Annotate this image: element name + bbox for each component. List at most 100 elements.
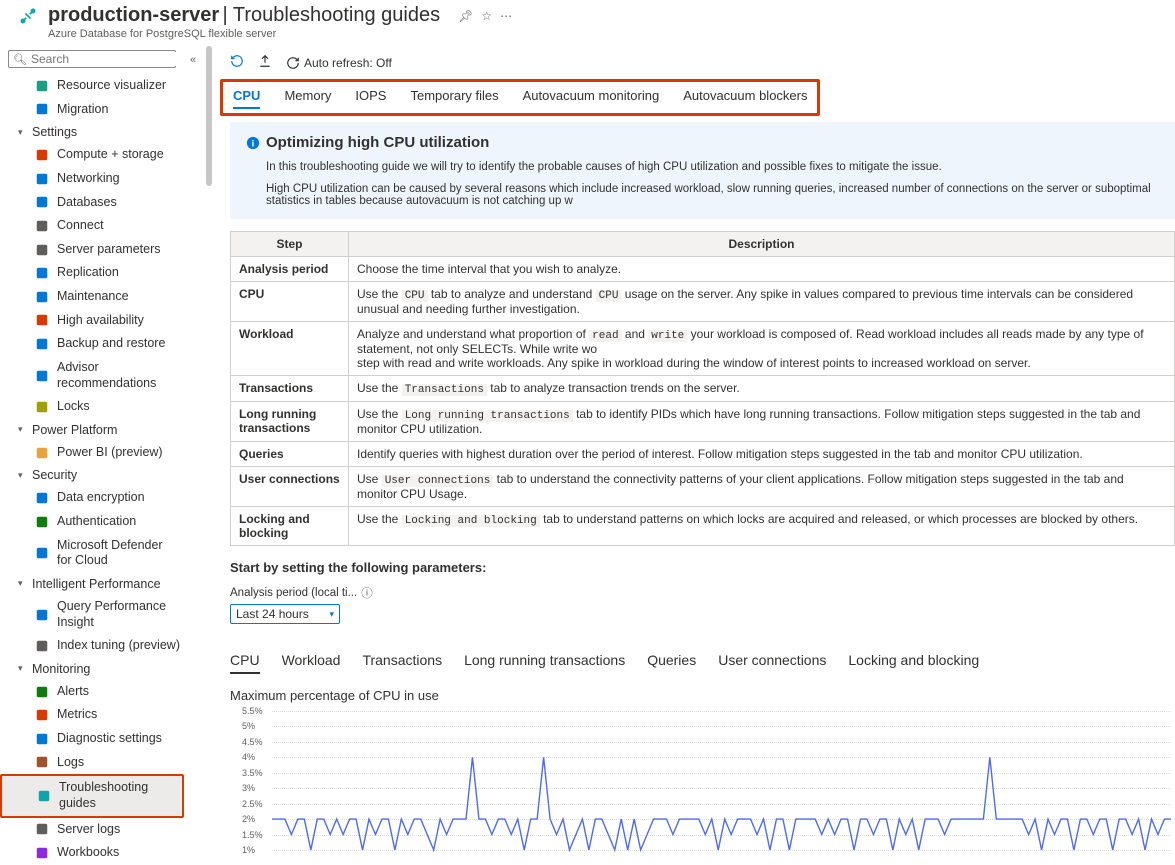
more-icon[interactable]: ⋯: [500, 9, 512, 23]
auto-refresh-toggle[interactable]: Auto refresh: Off: [286, 56, 392, 70]
item-icon: [34, 368, 49, 383]
item-icon: [34, 195, 49, 210]
sidebar-section[interactable]: ▾Power Platform: [0, 419, 184, 441]
sidebar-item[interactable]: Resource visualizer: [0, 74, 184, 98]
sidebar-item[interactable]: Workbooks: [0, 841, 184, 865]
item-icon: [34, 148, 49, 163]
sidebar-item[interactable]: Metrics: [0, 703, 184, 727]
item-icon: [34, 607, 49, 622]
sidebar-item[interactable]: Locks: [0, 395, 184, 419]
item-icon: [34, 491, 49, 506]
subtab-long running transactions[interactable]: Long running transactions: [464, 652, 625, 674]
sidebar-item[interactable]: Backup and restore: [0, 332, 184, 356]
pin-icon[interactable]: 📌︎: [458, 9, 473, 23]
sidebar-section[interactable]: ▾Monitoring: [0, 658, 184, 680]
sidebar-item[interactable]: Diagnostic settings: [0, 727, 184, 751]
sidebar-item[interactable]: Microsoft Defender for Cloud: [0, 534, 184, 573]
sidebar-item[interactable]: Index tuning (preview): [0, 634, 184, 658]
item-icon: [34, 708, 49, 723]
sidebar-item[interactable]: Authentication: [0, 510, 184, 534]
table-row: CPUUse the CPU tab to analyze and unders…: [231, 282, 1175, 322]
item-icon: [34, 445, 49, 460]
tabs-highlight: CPU Memory IOPS Temporary files Autovacuum m…: [220, 79, 820, 116]
tab-temporary files[interactable]: Temporary files: [410, 88, 498, 109]
sidebar-section[interactable]: ▾Intelligent Performance: [0, 573, 184, 595]
item-icon: [34, 171, 49, 186]
sidebar-item[interactable]: Query Performance Insight: [0, 595, 184, 634]
item-icon: [34, 638, 49, 653]
item-icon: [34, 78, 49, 93]
item-icon: [34, 399, 49, 414]
item-icon: [34, 546, 49, 561]
sidebar-item[interactable]: Server logs: [0, 818, 184, 842]
star-icon[interactable]: ☆: [481, 9, 492, 23]
subtab-locking and blocking[interactable]: Locking and blocking: [848, 652, 979, 674]
sidebar-item[interactable]: Maintenance: [0, 285, 184, 309]
sidebar-item[interactable]: Compute + storage: [0, 143, 184, 167]
search-input[interactable]: [31, 52, 184, 66]
table-row: Analysis periodChoose the time interval …: [231, 257, 1175, 282]
svg-text:i: i: [252, 138, 255, 149]
tab-cpu[interactable]: CPU: [233, 88, 260, 109]
table-row: WorkloadAnalyze and understand what prop…: [231, 322, 1175, 376]
sidebar-item[interactable]: Replication: [0, 261, 184, 285]
search-input-wrap[interactable]: 🔍︎: [8, 50, 176, 68]
subtab-queries[interactable]: Queries: [647, 652, 696, 674]
item-icon: [36, 788, 51, 803]
export-icon[interactable]: [258, 54, 272, 71]
steps-table: StepDescription Analysis periodChoose th…: [230, 231, 1175, 546]
sidebar-item[interactable]: Networking: [0, 167, 184, 191]
table-row: Long running transactionsUse the Long ru…: [231, 402, 1175, 442]
item-icon: [34, 102, 49, 117]
item-icon: [34, 218, 49, 233]
sidebar-item[interactable]: Databases: [0, 191, 184, 215]
item-icon: [34, 684, 49, 699]
refresh-icon[interactable]: [230, 54, 244, 71]
item-icon: [34, 755, 49, 770]
tab-autovacuum monitoring[interactable]: Autovacuum monitoring: [523, 88, 660, 109]
item-icon: [34, 514, 49, 529]
subtab-user connections[interactable]: User connections: [718, 652, 826, 674]
sidebar-item[interactable]: Connect: [0, 214, 184, 238]
tab-memory[interactable]: Memory: [284, 88, 331, 109]
item-icon: [34, 731, 49, 746]
search-icon: 🔍︎: [13, 53, 27, 66]
analysis-period-select[interactable]: Last 24 hours ▾: [230, 604, 340, 624]
cpu-chart: 0.5%1%1.5%2%2.5%3%3.5%4%4.5%5%5.5%: [244, 711, 1175, 860]
tab-autovacuum blockers[interactable]: Autovacuum blockers: [683, 88, 807, 109]
item-icon: [34, 289, 49, 304]
item-icon: [34, 242, 49, 257]
table-row: QueriesIdentify queries with highest dur…: [231, 442, 1175, 467]
page-title: production-server | Troubleshooting guid…: [48, 4, 440, 27]
chart-title: Maximum percentage of CPU in use: [230, 688, 1175, 703]
table-row: User connectionsUse User connections tab…: [231, 467, 1175, 507]
table-row: Locking and blockingUse the Locking and …: [231, 507, 1175, 546]
sidebar-item[interactable]: Data encryption: [0, 486, 184, 510]
subtab-cpu[interactable]: CPU: [230, 652, 260, 674]
table-row: TransactionsUse the Transactions tab to …: [231, 376, 1175, 402]
chevron-down-icon: ▾: [329, 609, 334, 620]
item-icon: [34, 337, 49, 352]
item-icon: [34, 822, 49, 837]
item-icon: [34, 845, 49, 860]
item-icon: [34, 313, 49, 328]
info-icon[interactable]: ⓘ: [361, 585, 373, 601]
sidebar-section[interactable]: ▾Settings: [0, 121, 184, 143]
tab-iops[interactable]: IOPS: [355, 88, 386, 109]
params-heading: Start by setting the following parameter…: [230, 560, 1175, 575]
subtab-workload[interactable]: Workload: [282, 652, 341, 674]
sidebar-item[interactable]: Advisor recommendations: [0, 356, 184, 395]
info-banner: i Optimizing high CPU utilization In thi…: [230, 122, 1175, 219]
wrench-icon: [18, 6, 38, 26]
sidebar-item[interactable]: Server parameters: [0, 238, 184, 262]
subtab-transactions[interactable]: Transactions: [362, 652, 442, 674]
sidebar-item[interactable]: High availability: [0, 309, 184, 333]
item-icon: [34, 266, 49, 281]
sidebar-item[interactable]: Power BI (preview): [0, 441, 184, 465]
sidebar-section[interactable]: ▾Security: [0, 464, 184, 486]
sidebar-item[interactable]: Troubleshooting guides: [0, 774, 184, 817]
sidebar-collapse-button[interactable]: «: [186, 54, 200, 66]
sidebar-item[interactable]: Alerts: [0, 680, 184, 704]
sidebar-item[interactable]: Logs: [0, 751, 184, 775]
sidebar-item[interactable]: Migration: [0, 98, 184, 122]
